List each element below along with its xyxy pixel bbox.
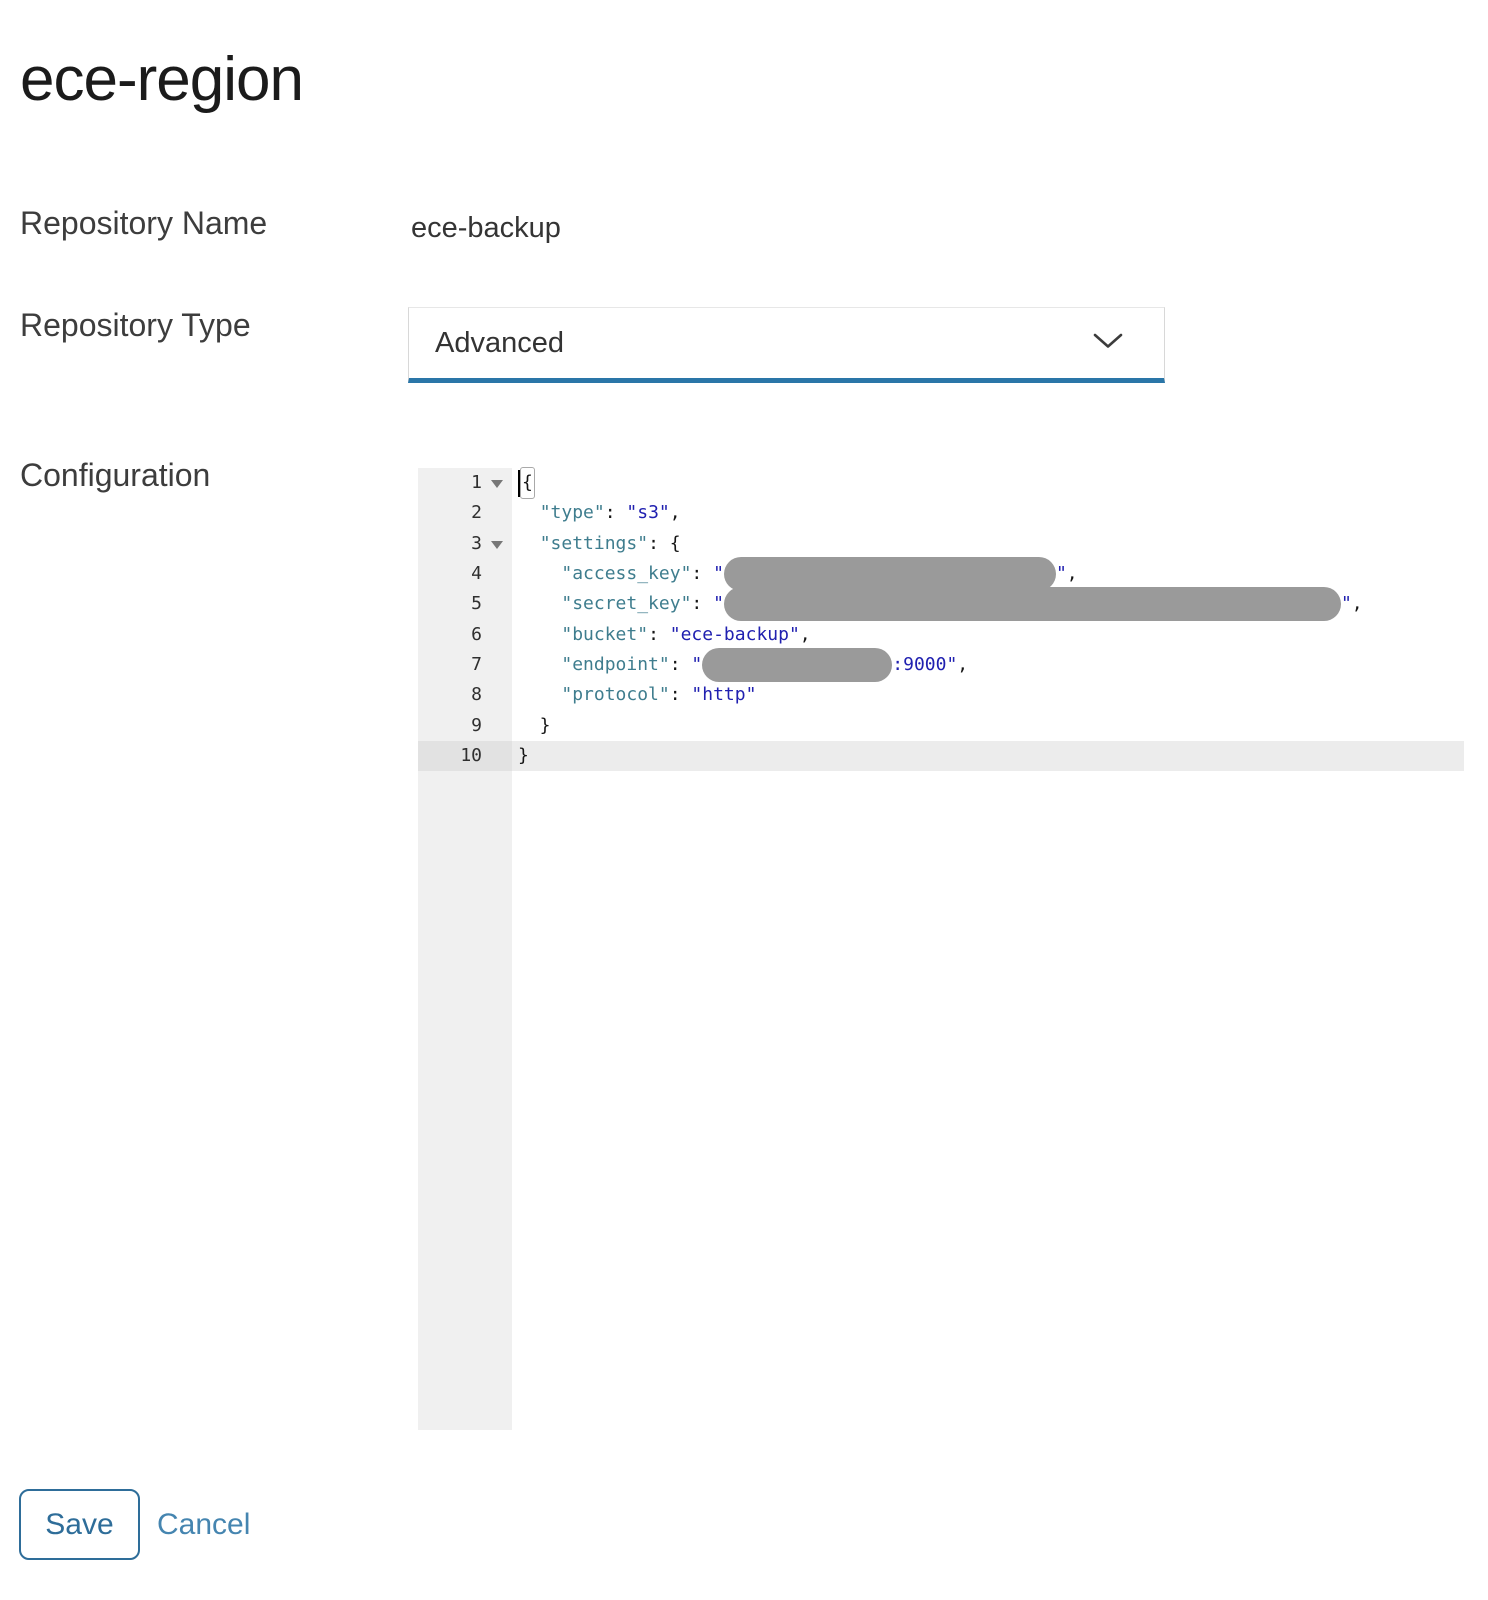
code-token (518, 620, 561, 650)
cancel-link[interactable]: Cancel (157, 1489, 250, 1560)
code-token: { (520, 467, 535, 499)
code-token: , (800, 620, 811, 650)
repository-type-label: Repository Type (20, 307, 251, 344)
code-line[interactable]: "settings": { (512, 529, 1464, 559)
gutter-line-number[interactable]: 2 (418, 498, 512, 528)
editor-gutter: 12345678910 (418, 468, 512, 1430)
gutter-line-number[interactable]: 4 (418, 559, 512, 589)
chevron-down-icon (1092, 332, 1124, 355)
gutter-line-number[interactable]: 6 (418, 620, 512, 650)
code-token: " (691, 650, 702, 680)
code-token: : (670, 680, 692, 710)
page-title: ece-region (20, 44, 303, 115)
code-token: : (605, 498, 627, 528)
redacted-value (702, 648, 892, 682)
code-token: , (1352, 589, 1363, 619)
code-line[interactable]: } (512, 711, 1464, 741)
repository-type-select[interactable]: Advanced (408, 307, 1165, 383)
repository-name-value: ece-backup (411, 212, 561, 245)
code-line[interactable]: "protocol": "http" (512, 680, 1464, 710)
code-token: "protocol" (561, 680, 669, 710)
code-token: " (713, 589, 724, 619)
editor-content[interactable]: { "type": "s3", "settings": { "access_ke… (512, 468, 1464, 1430)
code-token: "http" (691, 680, 756, 710)
repository-edit-page: ece-region Repository Name ece-backup Re… (0, 0, 1488, 1600)
gutter-line-number[interactable]: 5 (418, 589, 512, 619)
redacted-value (724, 557, 1056, 591)
code-line[interactable]: "bucket": "ece-backup", (512, 620, 1464, 650)
code-token: "secret_key" (561, 589, 691, 619)
code-token: "endpoint" (561, 650, 669, 680)
save-button[interactable]: Save (19, 1489, 140, 1560)
code-token: :9000" (892, 650, 957, 680)
code-token: } (518, 711, 551, 741)
code-token (518, 529, 540, 559)
code-token: " (713, 559, 724, 589)
code-token: "type" (540, 498, 605, 528)
code-token: "ece-backup" (670, 620, 800, 650)
code-line[interactable]: "access_key": " ", (512, 559, 1464, 589)
gutter-line-number[interactable]: 1 (418, 468, 512, 498)
gutter-line-number[interactable]: 10 (418, 741, 512, 771)
code-token: : (648, 620, 670, 650)
configuration-code-editor[interactable]: 12345678910 { "type": "s3", "settings": … (418, 468, 1464, 1430)
fold-arrow-icon[interactable] (491, 480, 503, 488)
code-token: , (1067, 559, 1078, 589)
code-line[interactable]: { (512, 468, 1464, 498)
code-token: : (691, 589, 713, 619)
code-token: : { (648, 529, 681, 559)
code-token: "bucket" (561, 620, 648, 650)
fold-arrow-icon[interactable] (491, 541, 503, 549)
code-token: "settings" (540, 529, 648, 559)
code-token (518, 589, 561, 619)
code-token: , (957, 650, 968, 680)
code-token: "s3" (626, 498, 669, 528)
code-token (518, 559, 561, 589)
code-line[interactable]: "type": "s3", (512, 498, 1464, 528)
code-token: " (1056, 559, 1067, 589)
code-token (518, 680, 561, 710)
configuration-label: Configuration (20, 457, 210, 494)
code-token: , (670, 498, 681, 528)
code-token: : (670, 650, 692, 680)
repository-type-selected-option: Advanced (435, 327, 1092, 360)
repository-name-label: Repository Name (20, 205, 267, 242)
code-token: "access_key" (561, 559, 691, 589)
code-line[interactable]: } (512, 741, 1464, 771)
code-line[interactable]: "secret_key": " ", (512, 589, 1464, 619)
gutter-line-number[interactable]: 7 (418, 650, 512, 680)
gutter-line-number[interactable]: 9 (418, 711, 512, 741)
code-token (518, 650, 561, 680)
gutter-line-number[interactable]: 3 (418, 529, 512, 559)
code-token: } (518, 741, 529, 771)
code-token: " (1341, 589, 1352, 619)
code-token: : (691, 559, 713, 589)
code-token (518, 498, 540, 528)
redacted-value (724, 587, 1341, 621)
code-line[interactable]: "endpoint": " :9000", (512, 650, 1464, 680)
gutter-line-number[interactable]: 8 (418, 680, 512, 710)
